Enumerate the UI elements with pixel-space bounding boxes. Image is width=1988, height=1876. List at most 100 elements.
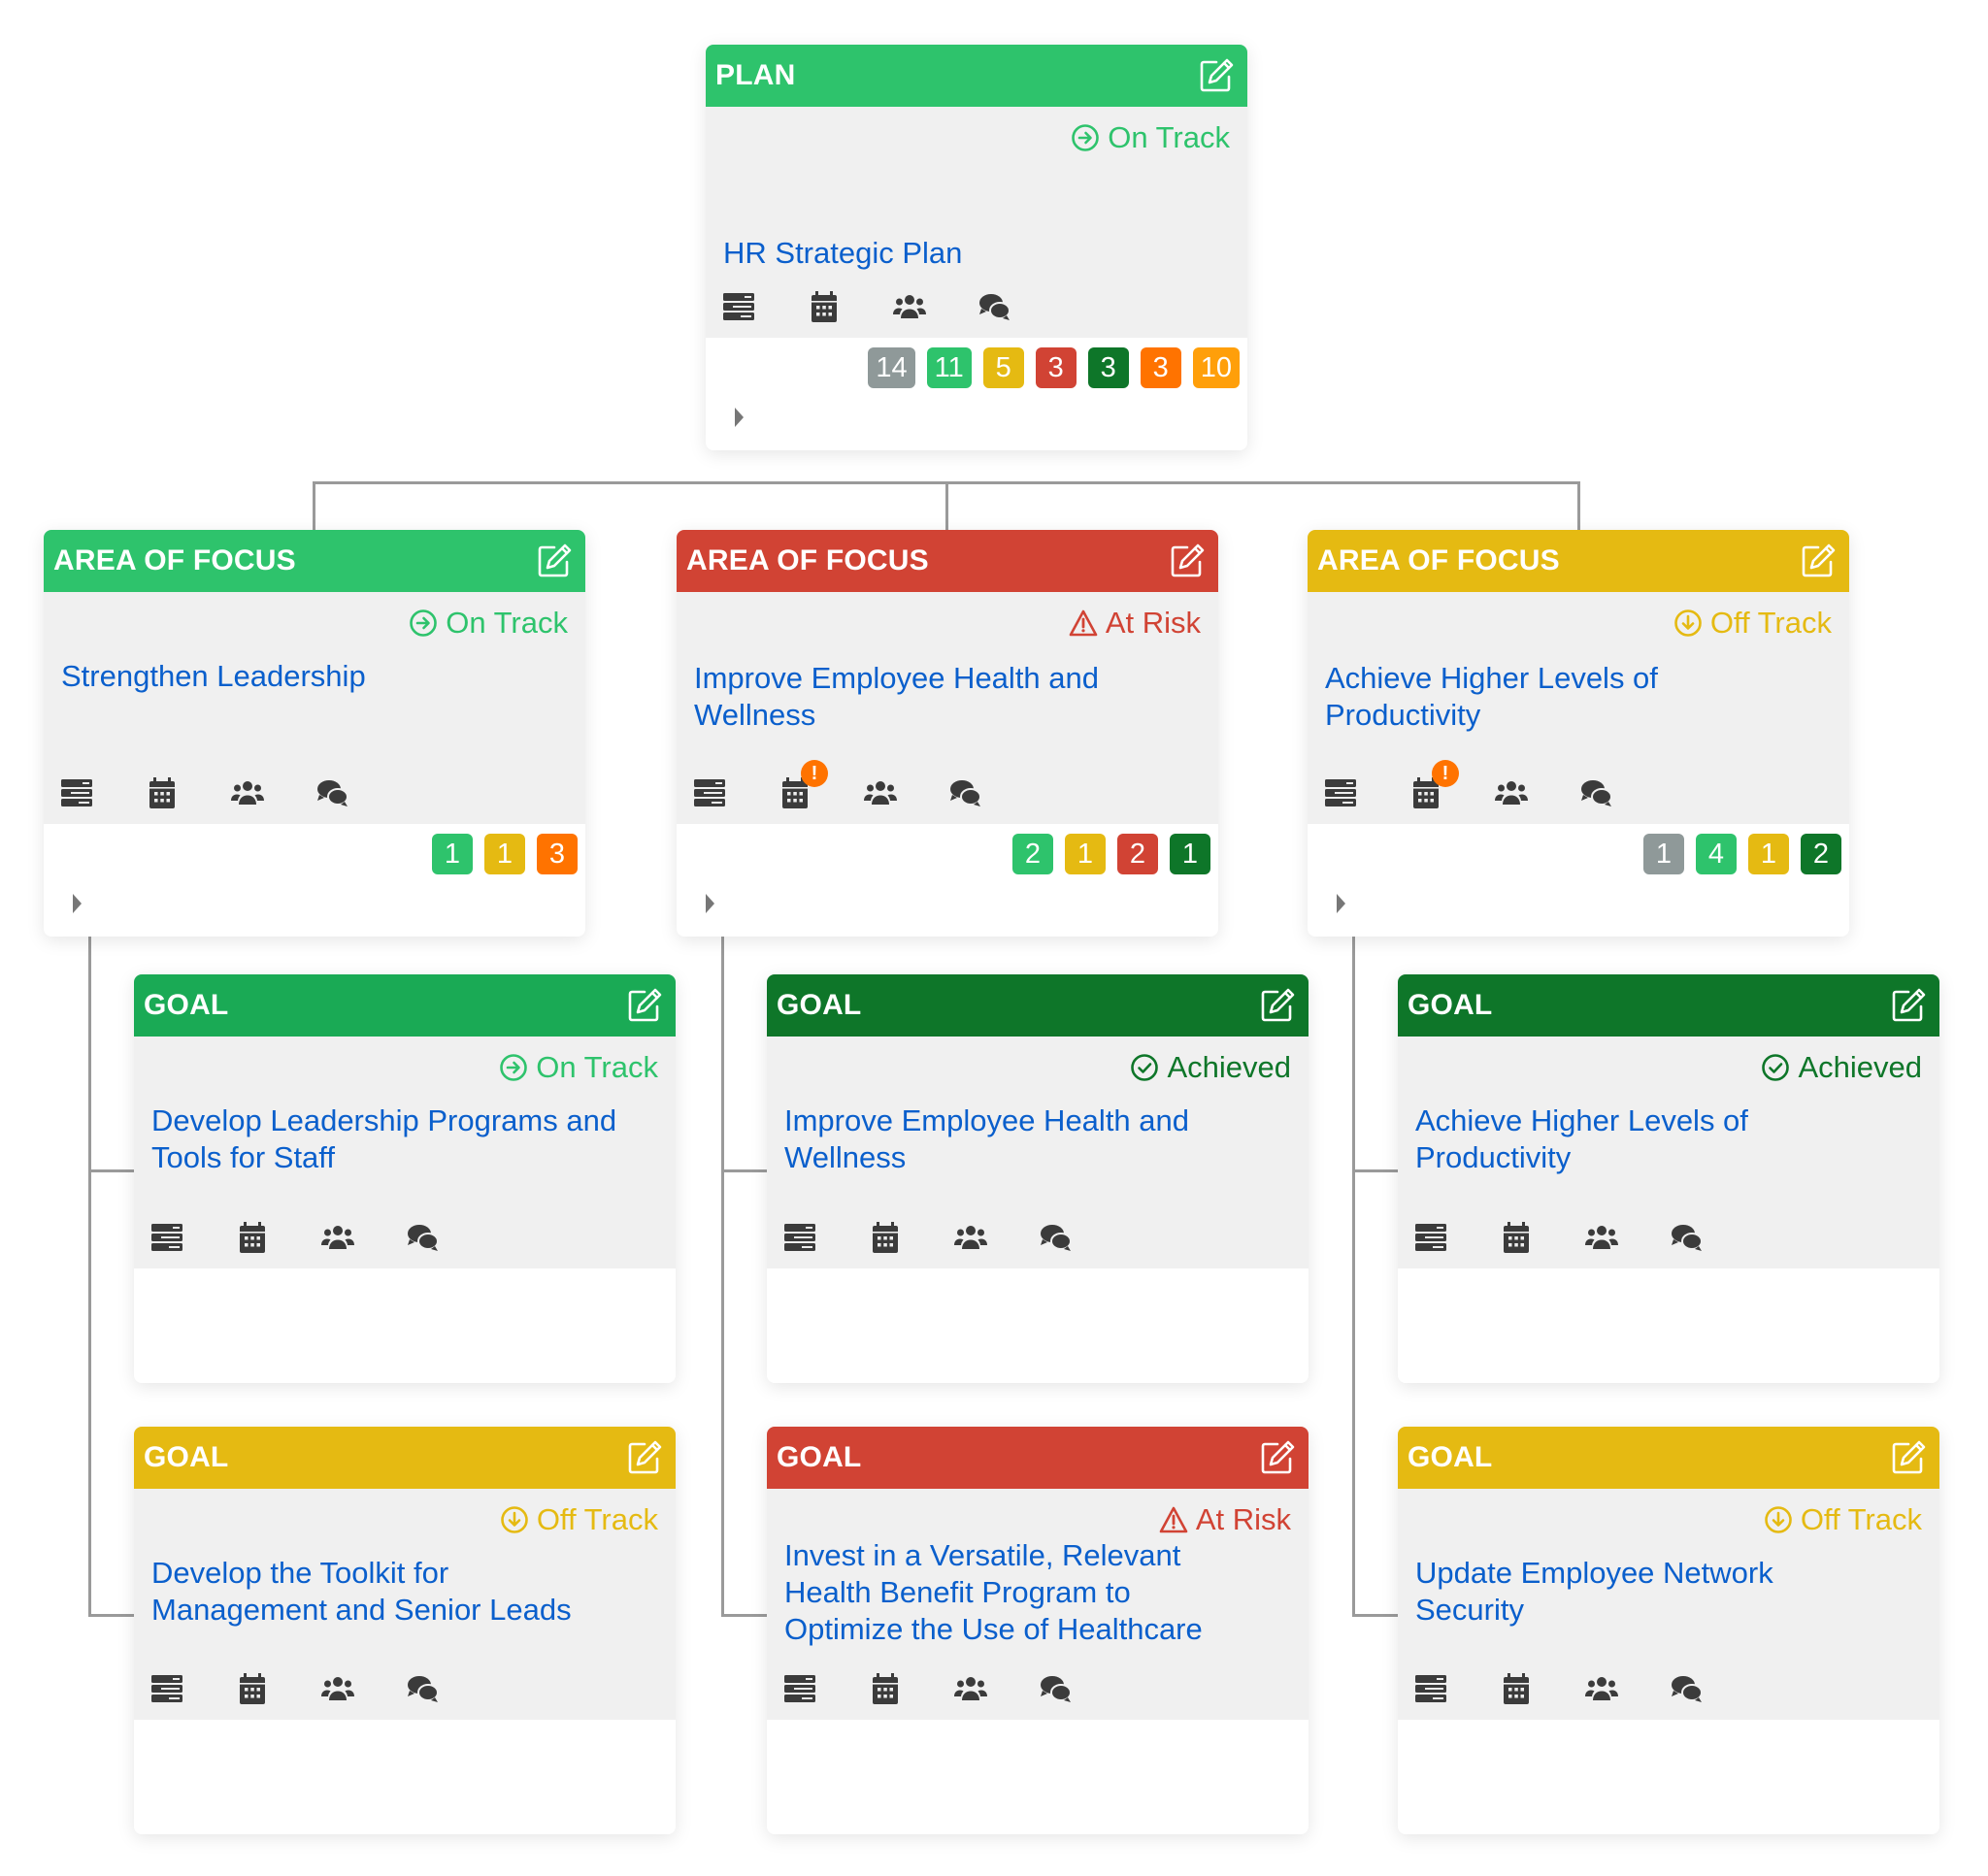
connector-col1-goal2 <box>88 1614 135 1617</box>
list-icon[interactable] <box>1413 1671 1448 1706</box>
list-icon[interactable] <box>1413 1220 1448 1255</box>
list-icon[interactable] <box>782 1220 817 1255</box>
count-badge[interactable]: 1 <box>484 834 525 874</box>
card-footer <box>134 1268 676 1383</box>
users-icon[interactable] <box>320 1220 355 1255</box>
connector-aof-3 <box>1577 481 1580 530</box>
card-title-link[interactable]: Invest in a Versatile, Relevant Health B… <box>784 1537 1250 1648</box>
count-badge[interactable]: 1 <box>1748 834 1789 874</box>
card-header: AREA OF FOCUS <box>1308 530 1849 592</box>
count-badge[interactable]: 2 <box>1801 834 1841 874</box>
calendar-icon[interactable]: ! <box>1408 760 1459 810</box>
count-badge[interactable]: 3 <box>1035 347 1077 388</box>
card-footer <box>767 1720 1309 1834</box>
users-icon[interactable] <box>953 1220 988 1255</box>
edit-icon[interactable] <box>1256 984 1299 1027</box>
comments-icon[interactable] <box>315 775 350 810</box>
list-icon[interactable] <box>1323 775 1358 810</box>
count-badge[interactable]: 3 <box>537 834 578 874</box>
calendar-icon[interactable]: ! <box>778 760 828 810</box>
card-title-link[interactable]: Improve Employee Health and Wellness <box>784 1103 1250 1176</box>
comments-icon[interactable] <box>1670 1671 1705 1706</box>
users-icon[interactable] <box>230 775 265 810</box>
comments-icon[interactable] <box>1579 775 1614 810</box>
expand-caret-icon[interactable] <box>706 894 714 913</box>
card-type-label: AREA OF FOCUS <box>1317 544 1560 576</box>
connector-col2-goal1 <box>721 1169 768 1172</box>
status-indicator: Achieved <box>1761 1050 1922 1085</box>
list-icon[interactable] <box>59 775 94 810</box>
card-action-icons <box>149 1671 441 1706</box>
count-badge[interactable]: 4 <box>1696 834 1737 874</box>
card-type-label: PLAN <box>715 59 796 91</box>
calendar-icon[interactable] <box>1499 1671 1534 1706</box>
comments-icon[interactable] <box>1039 1671 1074 1706</box>
card-title-link[interactable]: Improve Employee Health and Wellness <box>694 660 1160 734</box>
edit-icon[interactable] <box>1195 54 1238 97</box>
card-footer: 2121 <box>677 824 1218 937</box>
list-icon[interactable] <box>721 289 756 324</box>
users-icon[interactable] <box>892 289 927 324</box>
count-badge[interactable]: 14 <box>868 347 915 388</box>
status-label: Achieved <box>1798 1050 1922 1084</box>
edit-icon[interactable] <box>623 1436 666 1479</box>
edit-icon[interactable] <box>623 984 666 1027</box>
comments-icon[interactable] <box>1670 1220 1705 1255</box>
card-title-link[interactable]: Achieve Higher Levels of Productivity <box>1415 1103 1881 1176</box>
count-badge[interactable]: 5 <box>982 347 1024 388</box>
expand-caret-icon[interactable] <box>73 894 82 913</box>
count-badge[interactable]: 1 <box>1643 834 1684 874</box>
count-badge[interactable]: 1 <box>432 834 473 874</box>
off-track-icon <box>500 1505 529 1534</box>
calendar-icon[interactable] <box>235 1220 270 1255</box>
calendar-icon[interactable] <box>868 1671 903 1706</box>
count-badge[interactable]: 10 <box>1192 347 1240 388</box>
calendar-icon[interactable] <box>145 775 180 810</box>
list-icon[interactable] <box>149 1220 184 1255</box>
calendar-icon[interactable] <box>1499 1220 1534 1255</box>
comments-icon[interactable] <box>1039 1220 1074 1255</box>
list-icon[interactable] <box>782 1671 817 1706</box>
card-title-link[interactable]: Update Employee Network Security <box>1415 1555 1881 1629</box>
card-title-link[interactable]: Develop the Toolkit for Management and S… <box>151 1555 617 1629</box>
calendar-icon[interactable] <box>807 289 842 324</box>
list-icon[interactable] <box>692 775 727 810</box>
users-icon[interactable] <box>863 775 898 810</box>
expand-caret-icon[interactable] <box>735 408 744 427</box>
comments-icon[interactable] <box>948 775 983 810</box>
card-title-link[interactable]: HR Strategic Plan <box>723 235 1189 272</box>
card-title-link[interactable]: Achieve Higher Levels of Productivity <box>1325 660 1791 734</box>
count-badge[interactable]: 3 <box>1087 347 1129 388</box>
card-title-link[interactable]: Develop Leadership Programs and Tools fo… <box>151 1103 617 1176</box>
achieved-icon <box>1761 1053 1790 1082</box>
alert-badge-icon: ! <box>801 760 828 787</box>
edit-icon[interactable] <box>1797 540 1839 582</box>
users-icon[interactable] <box>1584 1220 1619 1255</box>
users-icon[interactable] <box>1494 775 1529 810</box>
expand-caret-icon[interactable] <box>1337 894 1345 913</box>
card-title-link[interactable]: Strengthen Leadership <box>61 658 527 695</box>
edit-icon[interactable] <box>1166 540 1209 582</box>
users-icon[interactable] <box>320 1671 355 1706</box>
card-type-label: GOAL <box>777 1441 862 1473</box>
card-header: AREA OF FOCUS <box>44 530 585 592</box>
edit-icon[interactable] <box>1256 1436 1299 1479</box>
count-badge[interactable]: 11 <box>926 347 972 388</box>
users-icon[interactable] <box>1584 1671 1619 1706</box>
edit-icon[interactable] <box>1887 1436 1930 1479</box>
edit-icon[interactable] <box>1887 984 1930 1027</box>
list-icon[interactable] <box>149 1671 184 1706</box>
count-badge[interactable]: 1 <box>1170 834 1210 874</box>
count-badge[interactable]: 2 <box>1012 834 1053 874</box>
calendar-icon[interactable] <box>235 1671 270 1706</box>
comments-icon[interactable] <box>406 1671 441 1706</box>
comments-icon[interactable] <box>977 289 1012 324</box>
count-badge[interactable]: 1 <box>1065 834 1106 874</box>
card-type-label: AREA OF FOCUS <box>53 544 296 576</box>
calendar-icon[interactable] <box>868 1220 903 1255</box>
edit-icon[interactable] <box>533 540 576 582</box>
count-badge[interactable]: 3 <box>1140 347 1181 388</box>
comments-icon[interactable] <box>406 1220 441 1255</box>
users-icon[interactable] <box>953 1671 988 1706</box>
count-badge[interactable]: 2 <box>1117 834 1158 874</box>
